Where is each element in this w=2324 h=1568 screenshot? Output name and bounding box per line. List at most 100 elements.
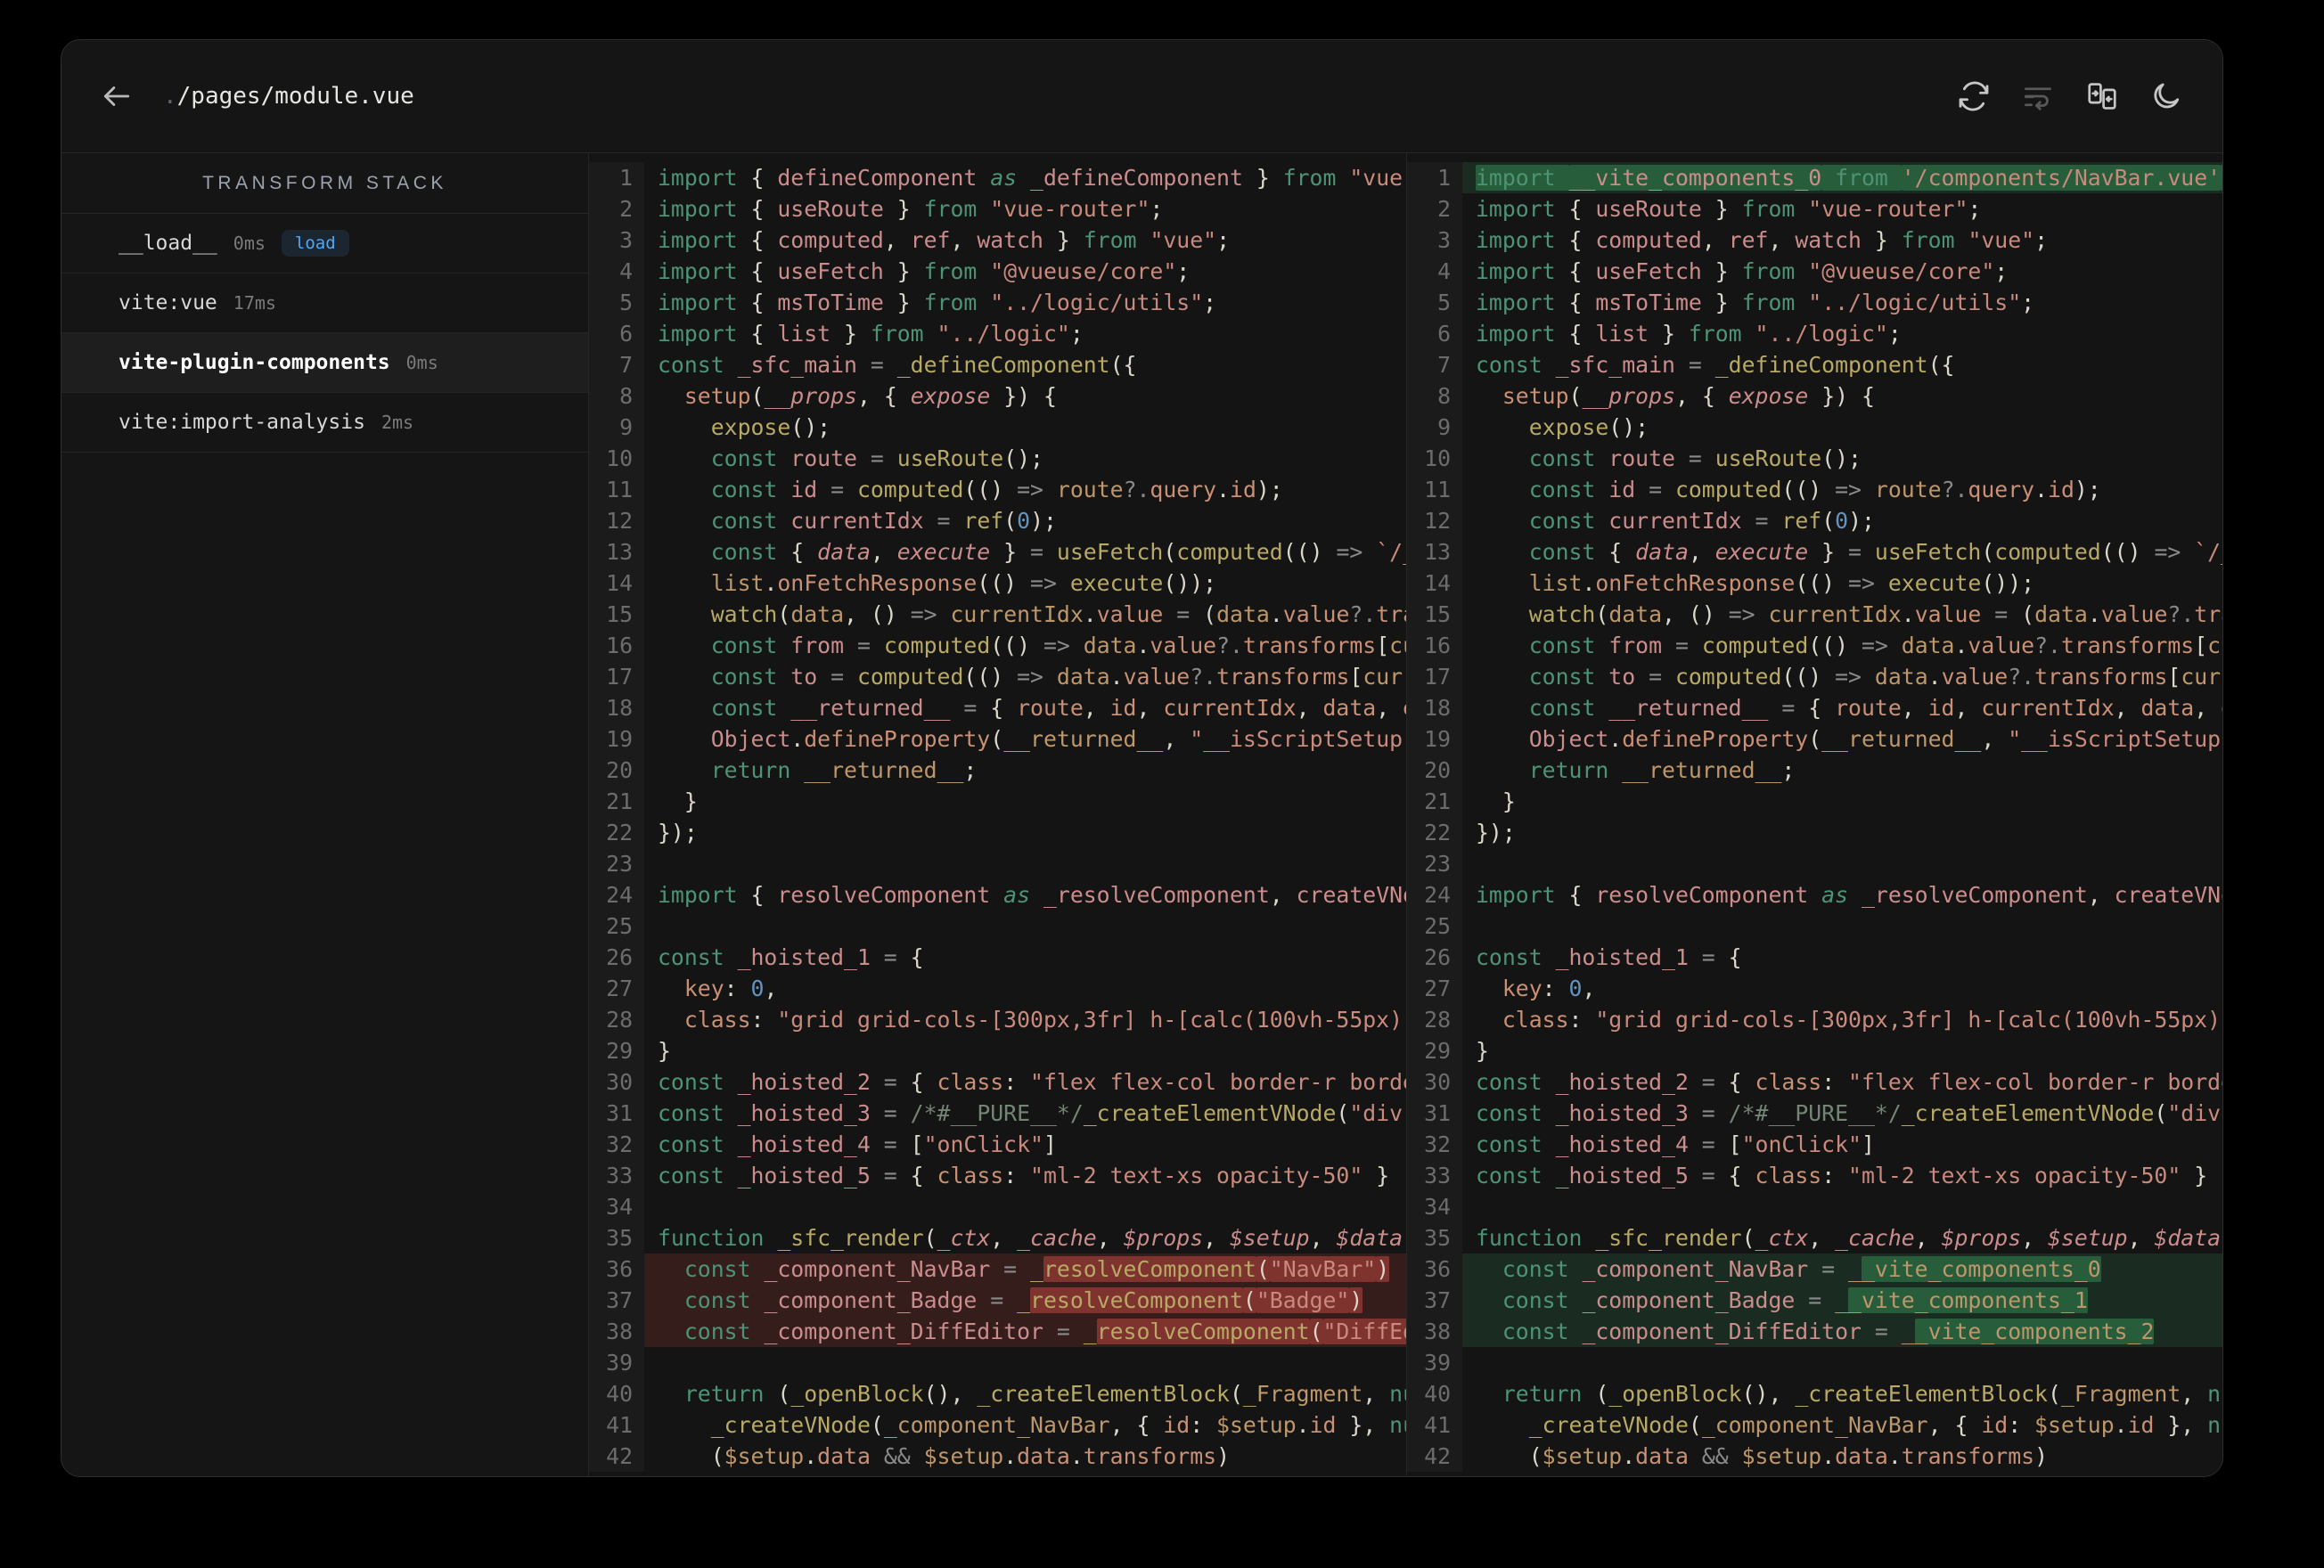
line-number: 16 <box>589 630 644 661</box>
line-number: 6 <box>589 318 644 349</box>
back-button[interactable] <box>97 77 136 116</box>
theme-toggle-button[interactable] <box>2146 76 2187 117</box>
code-line: 32 const _hoisted_4 = ["onClick"] <box>1407 1129 2222 1160</box>
code-line: 16 const from = computed(() => data.valu… <box>1407 630 2222 661</box>
code-line: 12 const currentIdx = ref(0); <box>1407 505 2222 536</box>
code-line: 35 function _sfc_render(_ctx, _cache, $pr… <box>589 1222 1406 1254</box>
code-line: 27 key: 0, <box>1407 973 2222 1004</box>
code-line: 30 const _hoisted_2 = { class: "flex flex… <box>589 1066 1406 1098</box>
code-content: class: "grid grid-cols-[300px,3fr] h-[ca… <box>1502 1007 2222 1033</box>
line-number: 35 <box>589 1222 644 1254</box>
code-content: const route = useRoute(); <box>1528 445 1862 471</box>
code-line: 17 const to = computed(() => data.value?… <box>589 661 1406 692</box>
code-line: 2 import { useRoute } from "vue-router"; <box>589 193 1406 225</box>
code-content: import { list } from "../logic"; <box>1476 321 1902 347</box>
code-panel-after[interactable]: 1 import __vite_components_0 from '/compo… <box>1407 153 2222 1476</box>
line-number: 27 <box>589 973 644 1004</box>
code-content <box>1462 911 2222 942</box>
line-number: 41 <box>589 1409 644 1441</box>
line-number: 26 <box>589 942 644 973</box>
code-content: Object.defineProperty(__returned__, "__i… <box>1528 726 2222 752</box>
code-content: } <box>658 1038 671 1064</box>
line-number: 31 <box>1407 1098 1462 1129</box>
code-line: 26 const _hoisted_1 = { <box>589 942 1406 973</box>
module-title: ./pages/module.vue <box>163 83 414 110</box>
plugin-timing: 0ms <box>405 352 438 373</box>
code-content: setup(__props, { expose }) { <box>1502 383 1875 409</box>
code-content: return __returned__; <box>710 757 978 783</box>
code-line: 18 const __returned__ = { route, id, cur… <box>589 692 1406 723</box>
line-number: 18 <box>589 692 644 723</box>
sidebar-item-vite-vue[interactable]: vite:vue 17ms <box>61 274 588 333</box>
line-number: 10 <box>589 443 644 474</box>
code-content: } <box>1476 1038 1489 1064</box>
code-content: const to = computed(() => data.value?.tr… <box>1528 664 2222 690</box>
code-content: key: 0, <box>683 976 778 1001</box>
line-wrap-toggle[interactable] <box>2017 76 2058 117</box>
code-line: 40 return (_openBlock(), _createElementB… <box>589 1378 1406 1409</box>
line-number: 39 <box>589 1347 644 1378</box>
line-number: 1 <box>589 162 644 193</box>
code-content: Object.defineProperty(__returned__, "__i… <box>710 726 1406 752</box>
code-content: const __returned__ = { route, id, curren… <box>1528 695 2222 721</box>
line-number: 12 <box>589 505 644 536</box>
line-number: 23 <box>1407 848 1462 879</box>
code-content <box>644 848 1406 879</box>
line-number: 22 <box>589 817 644 848</box>
code-content: return (_openBlock(), _createElementBloc… <box>683 1381 1406 1407</box>
line-number: 26 <box>1407 942 1462 973</box>
line-number: 41 <box>1407 1409 1462 1441</box>
code-content: setup(__props, { expose }) { <box>683 383 1057 409</box>
code-line: 28 class: "grid grid-cols-[300px,3fr] h-… <box>1407 1004 2222 1035</box>
line-number: 40 <box>1407 1378 1462 1409</box>
line-number: 40 <box>589 1378 644 1409</box>
code-line: 14 list.onFetchResponse(() => execute())… <box>1407 568 2222 599</box>
line-number: 2 <box>589 193 644 225</box>
code-content: } <box>658 788 698 814</box>
code-line: 41 _createVNode(_component_NavBar, { id:… <box>589 1409 1406 1441</box>
line-number: 35 <box>1407 1222 1462 1254</box>
code-content: import { resolveComponent as _resolveCom… <box>1476 882 2222 908</box>
line-number: 14 <box>1407 568 1462 599</box>
code-line: 23 <box>589 848 1406 879</box>
code-content: return __returned__; <box>1528 757 1796 783</box>
code-content: list.onFetchResponse(() => execute()); <box>710 570 1217 596</box>
code-content: const from = computed(() => data.value?.… <box>710 633 1406 658</box>
line-number: 37 <box>589 1285 644 1316</box>
line-number: 15 <box>589 599 644 630</box>
line-number: 11 <box>589 474 644 505</box>
code-content: const _sfc_main = _defineComponent({ <box>1476 352 1955 378</box>
sidebar-item-vite-import-analysis[interactable]: vite:import-analysis 2ms <box>61 393 588 453</box>
line-number: 13 <box>1407 536 1462 568</box>
line-number: 12 <box>1407 505 1462 536</box>
code-line: 17 const to = computed(() => data.value?… <box>1407 661 2222 692</box>
code-line: 6 import { list } from "../logic"; <box>1407 318 2222 349</box>
code-content: const to = computed(() => data.value?.tr… <box>710 664 1406 690</box>
sidebar-item--load-[interactable]: __load__ 0ms load <box>61 214 588 274</box>
code-line: 13 const { data, execute } = useFetch(co… <box>589 536 1406 568</box>
plugin-name: vite:vue <box>119 291 217 314</box>
code-line: 7 const _sfc_main = _defineComponent({ <box>1407 349 2222 380</box>
code-content: ($setup.data && $setup.data.transforms) <box>1476 1443 2049 1469</box>
line-number: 20 <box>1407 755 1462 786</box>
code-content: return (_openBlock(), _createElementBloc… <box>1502 1381 2222 1407</box>
diff-view-toggle[interactable] <box>2082 76 2123 117</box>
code-panel-before[interactable]: 1 import { defineComponent as _defineComp… <box>589 153 1407 1476</box>
line-number: 13 <box>589 536 644 568</box>
code-line: 14 list.onFetchResponse(() => execute())… <box>589 568 1406 599</box>
sidebar-item-vite-plugin-components[interactable]: vite-plugin-components 0ms <box>61 333 588 393</box>
code-line: 5 import { msToTime } from "../logic/util… <box>589 287 1406 318</box>
load-hook-badge: load <box>281 230 349 257</box>
code-content: const _component_DiffEditor = _resolveCo… <box>644 1316 1406 1347</box>
code-line: 37 const _component_Badge = _resolveComp… <box>589 1285 1406 1316</box>
code-content: import { defineComponent as _defineCompo… <box>658 165 1406 191</box>
code-line: 33 const _hoisted_5 = { class: "ml-2 text… <box>1407 1160 2222 1191</box>
line-number: 42 <box>1407 1441 1462 1472</box>
code-line: 38 const _component_DiffEditor = _resolv… <box>589 1316 1406 1347</box>
refresh-button[interactable] <box>1953 76 1994 117</box>
code-content: const _component_NavBar = __vite_compone… <box>1462 1254 2222 1285</box>
top-bar: ./pages/module.vue <box>61 40 2222 153</box>
code-content: import { msToTime } from "../logic/utils… <box>1476 290 2035 315</box>
merge-panels-icon <box>2088 83 2116 110</box>
line-number: 27 <box>1407 973 1462 1004</box>
